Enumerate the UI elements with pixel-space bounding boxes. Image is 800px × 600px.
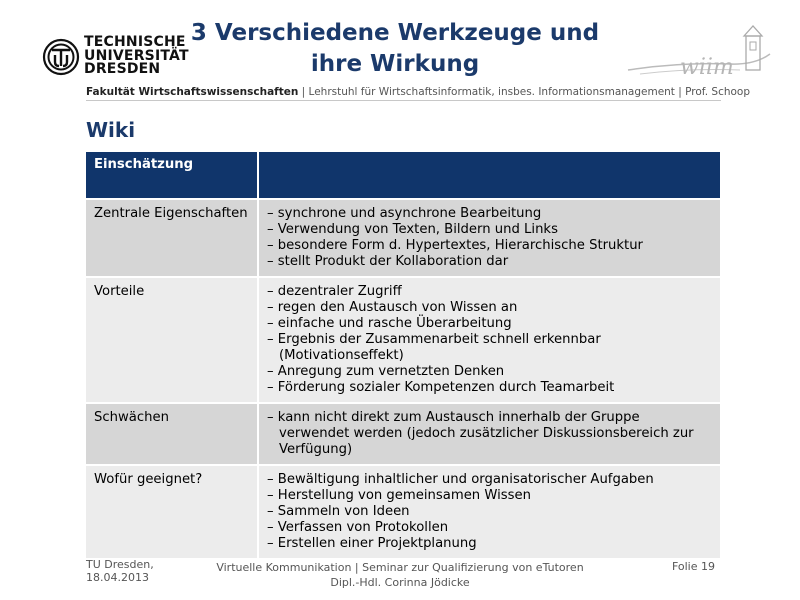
- footer-author: Dipl.-Hdl. Corinna Jödicke: [330, 576, 470, 589]
- row-label-schwaechen: Schwächen: [86, 404, 258, 464]
- table-header-row: Einschätzung: [86, 152, 720, 198]
- list-item: Ergebnis der Zusammenarbeit schnell erke…: [267, 332, 712, 364]
- footer-university-date: TU Dresden, 18.04.2013: [86, 558, 154, 584]
- list-item: dezentraler Zugriff: [267, 284, 712, 300]
- section-title: Wiki: [86, 118, 136, 142]
- list-item: regen den Austausch von Wissen an: [267, 300, 712, 316]
- wiim-logo-text: wiim: [680, 55, 734, 80]
- wiim-logo: wiim: [620, 24, 780, 84]
- table-row: Schwächen kann nicht direkt zum Austausc…: [86, 404, 720, 464]
- list-item: Förderung sozialer Kompetenzen durch Tea…: [267, 380, 712, 396]
- row-label-wofuer-geeignet: Wofür geeignet?: [86, 466, 258, 558]
- row-content: dezentraler Zugriff regen den Austausch …: [257, 278, 720, 402]
- footer-seminar: Virtuelle Kommunikation | Seminar zur Qu…: [216, 561, 584, 574]
- list-item: Anregung zum vernetzten Denken: [267, 364, 712, 380]
- tu-dresden-logo: TECHNISCHE UNIVERSITÄT DRESDEN: [42, 35, 189, 84]
- list-item: stellt Produkt der Kollaboration dar: [267, 254, 712, 270]
- slide-title-line-1: 3 Verschiedene Werkzeuge und: [190, 20, 600, 46]
- table-row: Wofür geeignet? Bewältigung inhaltlicher…: [86, 466, 720, 558]
- list-item: Verfassen von Protokollen: [267, 520, 712, 536]
- list-item: einfache und rasche Überarbeitung: [267, 316, 712, 332]
- slide-title: 3 Verschiedene Werkzeuge und ihre Wirkun…: [170, 18, 620, 80]
- slide-number: Folie 19: [671, 560, 715, 573]
- row-label-zentrale-eigenschaften: Zentrale Eigenschaften: [86, 200, 258, 276]
- table-row: Zentrale Eigenschaften synchrone und asy…: [86, 200, 720, 276]
- list-item: kann nicht direkt zum Austausch innerhal…: [267, 410, 712, 458]
- table-header-cell: Einschätzung: [86, 152, 258, 198]
- row-content: kann nicht direkt zum Austausch innerhal…: [257, 404, 720, 464]
- list-item: Erstellen einer Projektplanung: [267, 536, 712, 552]
- row-label-vorteile: Vorteile: [86, 278, 258, 402]
- row-content: Bewältigung inhaltlicher und organisator…: [257, 466, 720, 558]
- table-header-empty-cell: [257, 152, 720, 198]
- assessment-table: Einschätzung Zentrale Eigenschaften sync…: [86, 152, 720, 558]
- tu-dresden-emblem-icon: [42, 38, 80, 76]
- footer-date: 18.04.2013: [86, 571, 149, 584]
- list-item: besondere Form d. Hypertextes, Hierarchi…: [267, 238, 712, 254]
- list-item: Bewältigung inhaltlicher und organisator…: [267, 472, 712, 488]
- slide-title-line-2: ihre Wirkung: [310, 51, 480, 77]
- faculty-line: Fakultät Wirtschaftswissenschaften | Leh…: [86, 86, 750, 98]
- list-item: Sammeln von Ideen: [267, 504, 712, 520]
- wiim-tower-icon: wiim: [627, 25, 771, 80]
- faculty-details: | Lehrstuhl für Wirtschaftsinformatik, i…: [298, 86, 751, 98]
- faculty-name: Fakultät Wirtschaftswissenschaften: [86, 86, 299, 98]
- list-item: Verwendung von Texten, Bildern und Links: [267, 222, 712, 238]
- header-divider: [86, 100, 721, 101]
- table-row: Vorteile dezentraler Zugriff regen den A…: [86, 278, 720, 402]
- footer-university: TU Dresden,: [86, 558, 154, 571]
- row-content: synchrone und asynchrone Bearbeitung Ver…: [257, 200, 720, 276]
- footer-seminar-info: Virtuelle Kommunikation | Seminar zur Qu…: [200, 560, 600, 590]
- list-item: Herstellung von gemeinsamen Wissen: [267, 488, 712, 504]
- list-item: synchrone und asynchrone Bearbeitung: [267, 206, 712, 222]
